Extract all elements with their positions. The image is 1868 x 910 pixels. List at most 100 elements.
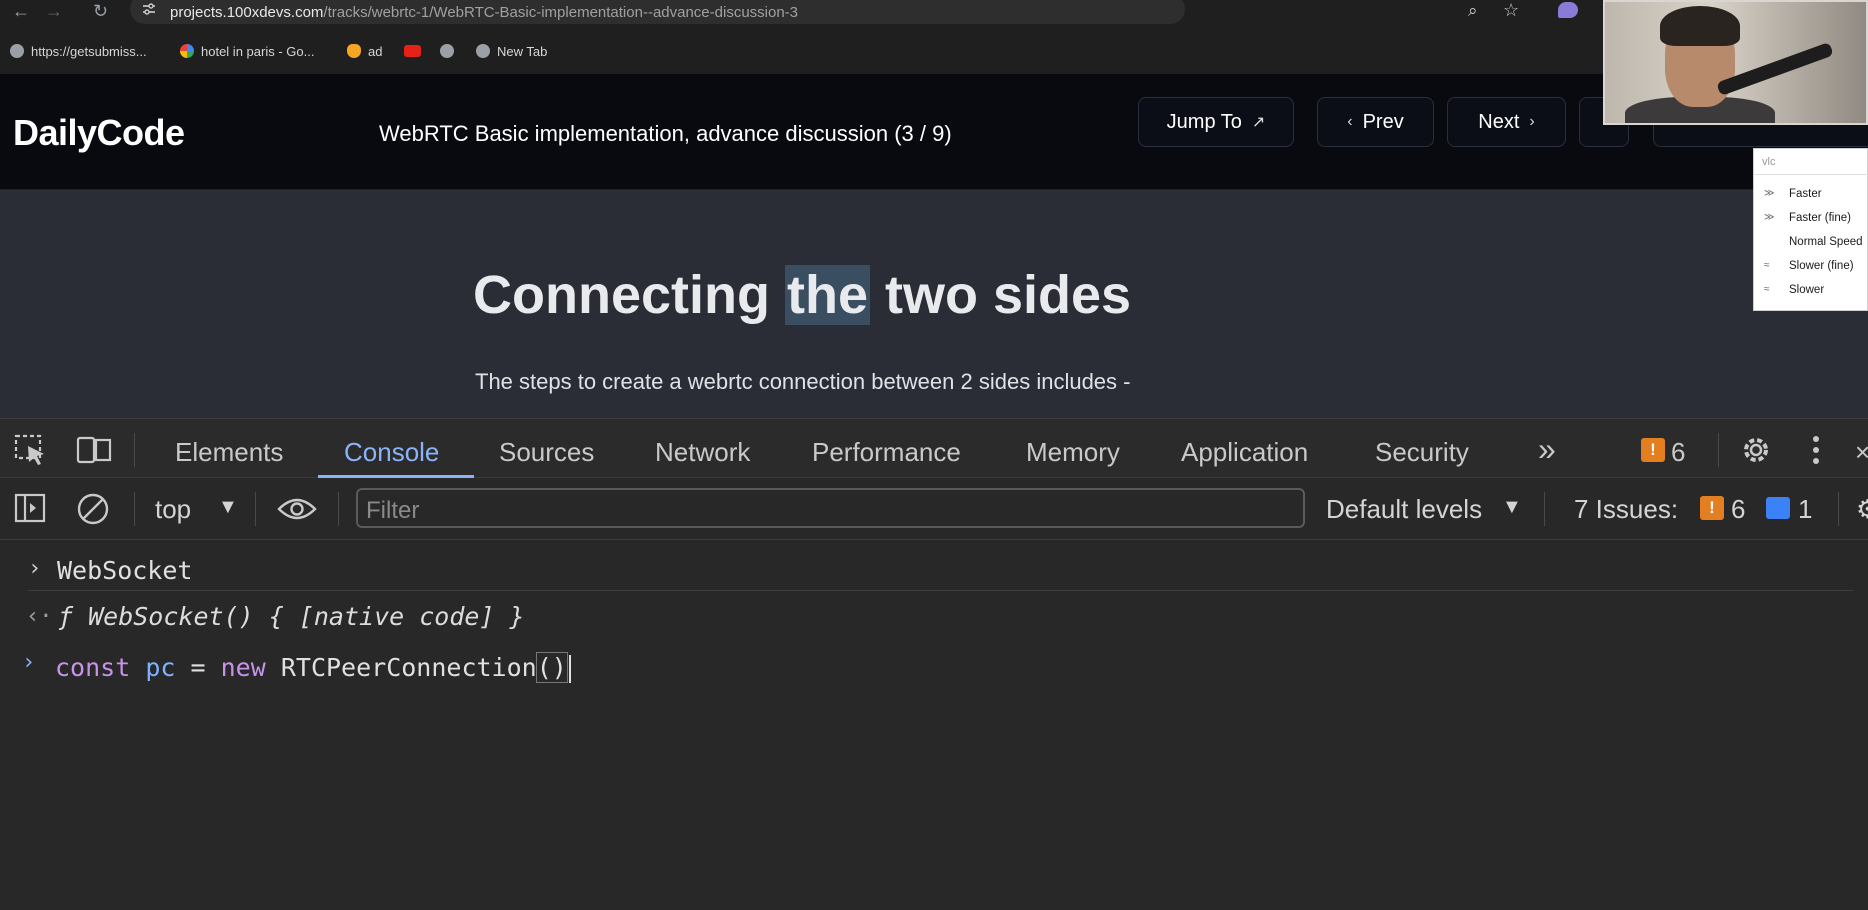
live-expression-eye-icon[interactable]	[276, 495, 318, 523]
close-devtools-icon[interactable]: ×	[1855, 437, 1868, 468]
google-icon	[180, 44, 194, 58]
jump-to-label: Jump To	[1166, 110, 1242, 133]
url-text: projects.100xdevs.com/tracks/webrtc-1/We…	[170, 4, 799, 21]
vlc-search-field[interactable]: vlc	[1754, 149, 1868, 175]
divider	[134, 492, 135, 526]
warning-count[interactable]: 6	[1671, 437, 1685, 468]
settings-bookmark[interactable]	[440, 42, 461, 60]
issues-label[interactable]: 7 Issues:	[1574, 494, 1678, 525]
youtube-icon	[404, 45, 421, 57]
bookmark-item[interactable]: hotel in paris - Go...	[180, 42, 314, 60]
bookmark-item[interactable]: New Tab	[476, 42, 547, 60]
devtools-tabbar: Elements Console Sources Network Perform…	[0, 418, 1868, 478]
turtle-icon: ≈	[1764, 284, 1770, 295]
tab-performance[interactable]: Performance	[812, 437, 961, 468]
tab-memory[interactable]: Memory	[1026, 437, 1120, 468]
divider	[1544, 492, 1545, 526]
back-arrow-icon[interactable]: ←	[12, 2, 30, 20]
arrow-up-right-icon: ↗	[1251, 114, 1266, 131]
divider	[1718, 433, 1719, 467]
turtle-icon: ≈	[1764, 260, 1770, 271]
section-heading: Connecting the two sides	[473, 265, 1132, 325]
next-button[interactable]: Next ›	[1447, 97, 1566, 147]
bookmark-item[interactable]: https://getsubmiss...	[10, 42, 147, 60]
flame-icon	[347, 44, 361, 58]
rabbit-icon: ≫	[1764, 212, 1775, 223]
next-label: Next	[1478, 110, 1520, 133]
dropdown-caret-icon[interactable]: ▼	[1502, 496, 1522, 519]
globe-icon	[10, 44, 24, 58]
menu-item-slower[interactable]: ≈ Slower	[1754, 278, 1868, 302]
forward-arrow-icon[interactable]: →	[45, 2, 63, 20]
clear-console-icon[interactable]	[76, 492, 110, 526]
menu-item-faster-fine[interactable]: ≫ Faster (fine)	[1754, 206, 1868, 230]
more-tabs-chevron-icon[interactable]: »	[1538, 431, 1556, 468]
bookmark-item[interactable]: ad	[347, 42, 382, 60]
rabbit-icon: ≫	[1764, 188, 1775, 199]
settings-gear-icon[interactable]	[1739, 433, 1773, 467]
dropdown-caret-icon[interactable]: ▼	[218, 496, 238, 519]
inspect-element-icon[interactable]	[14, 434, 48, 466]
prompt-chevron-icon: ›	[22, 650, 36, 675]
extension-icon[interactable]	[1558, 2, 1578, 18]
site-info-icon[interactable]	[142, 3, 156, 15]
chevron-left-icon: ‹	[1347, 113, 1353, 130]
reload-icon[interactable]: ↻	[93, 2, 108, 20]
menu-item-faster[interactable]: ≫ Faster	[1754, 182, 1868, 206]
text-caret	[568, 655, 571, 683]
more-options-icon[interactable]	[1810, 434, 1822, 466]
lesson-title: WebRTC Basic implementation, advance dis…	[379, 121, 952, 146]
browser-toolbar: ← → ↻ projects.100xdevs.com/tracks/webrt…	[0, 0, 1868, 28]
youtube-bookmark[interactable]	[404, 42, 428, 60]
zoom-icon[interactable]: ⌕	[1468, 1, 1478, 21]
gear-icon	[440, 44, 454, 58]
warning-icon: !	[1700, 496, 1724, 520]
context-selector[interactable]: top	[155, 494, 191, 525]
divider	[338, 492, 339, 526]
menu-item-normal-speed[interactable]: Normal Speed	[1754, 230, 1868, 254]
bookmark-star-icon[interactable]: ☆	[1503, 0, 1519, 21]
issues-info-count[interactable]: 1	[1798, 494, 1812, 525]
console-output: › WebSocket ‹· ƒ WebSocket() { [native c…	[0, 540, 1868, 910]
return-arrow-icon: ‹·	[26, 604, 53, 629]
console-result-line[interactable]: ƒ WebSocket() { [native code] }	[58, 602, 525, 631]
info-message-icon	[1766, 497, 1790, 519]
menu-item-slower-fine[interactable]: ≈ Slower (fine)	[1754, 254, 1868, 278]
console-input-line: WebSocket	[57, 556, 193, 585]
section-paragraph: The steps to create a webrtc connection …	[475, 369, 1131, 394]
webcam-overlay	[1603, 0, 1868, 125]
device-toolbar-icon[interactable]	[76, 434, 112, 466]
divider	[1838, 492, 1839, 526]
tab-network[interactable]: Network	[655, 437, 750, 468]
selected-text: the	[784, 265, 870, 325]
expand-chevron-icon[interactable]: ›	[28, 556, 41, 581]
console-prompt-input[interactable]: const pc = new RTCPeerConnection()	[55, 652, 571, 683]
sidebar-toggle-icon[interactable]	[14, 493, 46, 523]
filter-input[interactable]: Filter	[356, 488, 1305, 528]
lesson-content: Connecting the two sides The steps to cr…	[0, 190, 1868, 418]
prev-label: Prev	[1362, 110, 1404, 133]
tab-security[interactable]: Security	[1375, 437, 1469, 468]
warning-icon: !	[1641, 438, 1665, 462]
tab-application[interactable]: Application	[1181, 437, 1308, 468]
address-bar[interactable]: projects.100xdevs.com/tracks/webrtc-1/We…	[130, 0, 1185, 24]
prev-button[interactable]: ‹ Prev	[1317, 97, 1434, 147]
presenter-hair	[1660, 6, 1740, 46]
divider	[134, 433, 135, 467]
tab-sources[interactable]: Sources	[499, 437, 594, 468]
console-settings-icon[interactable]: ⚙	[1856, 494, 1868, 525]
chevron-right-icon: ›	[1529, 113, 1535, 130]
console-toolbar: top ▼ Filter Default levels ▼ 7 Issues: …	[0, 478, 1868, 540]
tab-console[interactable]: Console	[344, 437, 439, 468]
divider	[28, 590, 1853, 591]
site-header: DailyCode WebRTC Basic implementation, a…	[0, 74, 1868, 190]
bookmarks-bar: https://getsubmiss... hotel in paris - G…	[0, 28, 1868, 74]
jump-to-button[interactable]: Jump To ↗	[1138, 97, 1294, 147]
log-levels-dropdown[interactable]: Default levels	[1326, 494, 1482, 525]
vlc-speed-menu: vlc ≫ Faster ≫ Faster (fine) Normal Speed …	[1753, 148, 1868, 311]
issues-warning-count[interactable]: 6	[1731, 494, 1745, 525]
divider	[255, 492, 256, 526]
globe-icon	[476, 44, 490, 58]
tab-elements[interactable]: Elements	[175, 437, 283, 468]
site-logo[interactable]: DailyCode	[13, 112, 185, 154]
